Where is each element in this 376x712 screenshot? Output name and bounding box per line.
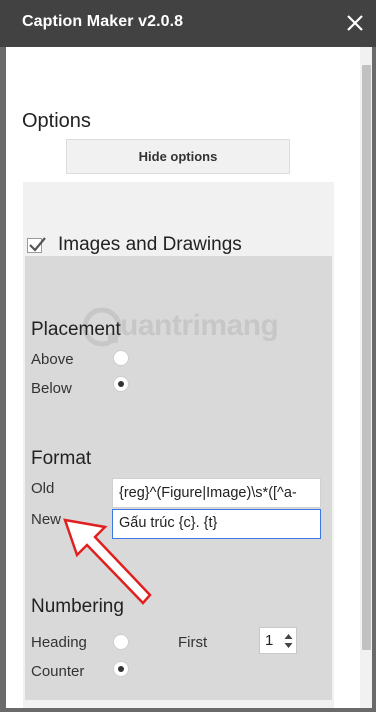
heading-label: Heading — [31, 634, 87, 651]
counter-radio[interactable] — [113, 661, 129, 677]
checkmark-icon — [29, 236, 46, 252]
counter-label: Counter — [31, 663, 85, 680]
images-drawings-toggle[interactable]: Images and Drawings — [25, 233, 242, 257]
window-frame-right — [372, 0, 376, 712]
watermark-text: uantrimang — [120, 309, 279, 342]
options-heading: Options — [22, 110, 91, 132]
title-bar: Caption Maker v2.0.8 — [0, 0, 376, 47]
numbering-heading: Numbering — [31, 596, 124, 617]
window-title: Caption Maker v2.0.8 — [22, 13, 184, 30]
first-number-stepper[interactable]: 1 — [259, 627, 297, 654]
images-drawings-checkbox[interactable] — [27, 236, 46, 253]
window-frame-bottom — [0, 708, 376, 712]
above-label: Above — [31, 351, 74, 368]
old-format-input[interactable]: {reg}^(Figure|Image)\s*([^a- — [112, 478, 321, 508]
first-label: First — [178, 634, 208, 651]
above-radio[interactable] — [113, 350, 129, 366]
stepper-arrows-icon[interactable] — [284, 633, 293, 649]
hide-options-button[interactable]: Hide options — [66, 139, 290, 174]
format-heading: Format — [31, 448, 92, 469]
window-frame-left — [0, 0, 6, 712]
old-label: Old — [31, 480, 55, 497]
below-radio[interactable] — [113, 376, 129, 392]
heading-radio[interactable] — [113, 634, 129, 650]
close-icon[interactable] — [342, 10, 368, 36]
images-drawings-label: Images and Drawings — [58, 234, 242, 255]
placement-heading: Placement — [31, 319, 121, 340]
first-number-value: 1 — [265, 632, 274, 649]
scrollbar-thumb[interactable] — [362, 65, 371, 650]
below-label: Below — [31, 380, 72, 397]
